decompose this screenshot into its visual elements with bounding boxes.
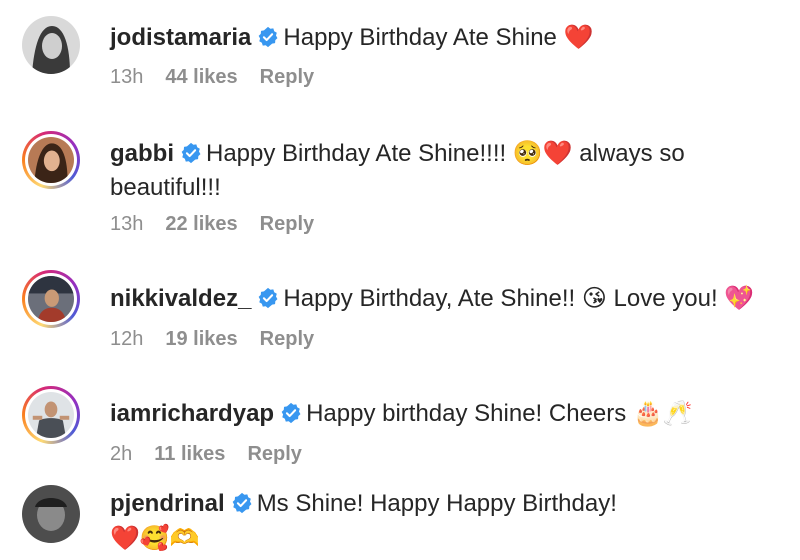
- timestamp: 13h: [110, 66, 144, 88]
- hearts-emoji: ❤️🥰🫶: [110, 524, 200, 552]
- comment-body: Happy birthday Shine! Cheers: [306, 400, 627, 427]
- pleading-heart-emoji: 🥺❤️: [512, 139, 573, 167]
- comment-meta: 13h 22 likes Reply: [110, 213, 314, 236]
- avatar[interactable]: [22, 270, 80, 328]
- comment-text: iamrichardyap Happy birthday Shine! Cheer…: [110, 396, 770, 431]
- avatar[interactable]: [22, 16, 80, 74]
- avatar-image: [22, 16, 80, 74]
- avatar[interactable]: [22, 131, 80, 189]
- comment-text: pjendrinal Ms Shine! Happy Happy Birthday…: [110, 487, 770, 556]
- reply-button[interactable]: Reply: [260, 66, 314, 89]
- comment-text: nikkivaldez_ Happy Birthday, Ate Shine!! …: [110, 281, 770, 316]
- verified-badge-icon: [232, 492, 252, 514]
- reply-button[interactable]: Reply: [260, 213, 314, 236]
- timestamp: 2h: [110, 443, 133, 465]
- username[interactable]: gabbi: [110, 140, 174, 167]
- comments-list: jodistamaria Happy Birthday Ate Shine ❤️ …: [0, 0, 800, 560]
- comment-body: Happy Birthday Ate Shine!!!!: [206, 140, 507, 167]
- comment-text: jodistamaria Happy Birthday Ate Shine ❤️: [110, 20, 770, 55]
- username[interactable]: pjendrinal: [110, 490, 225, 517]
- avatar-image: [22, 485, 80, 543]
- comment-meta: 12h 19 likes Reply: [110, 328, 314, 351]
- comment-meta: 2h 11 likes Reply: [110, 443, 302, 466]
- reply-button[interactable]: Reply: [260, 328, 314, 351]
- username[interactable]: nikkivaldez_: [110, 285, 251, 312]
- avatar-image: [28, 137, 74, 183]
- likes-count[interactable]: 19 likes: [165, 328, 237, 351]
- verified-badge-icon: [259, 287, 278, 309]
- comment-body: Ms Shine! Happy Happy Birthday!: [256, 490, 617, 517]
- likes-count[interactable]: 22 likes: [165, 213, 237, 236]
- likes-count[interactable]: 11 likes: [154, 443, 225, 466]
- comment-text: gabbi Happy Birthday Ate Shine!!!! 🥺❤️ al…: [110, 136, 770, 205]
- username[interactable]: jodistamaria: [110, 24, 251, 51]
- avatar[interactable]: [22, 386, 80, 444]
- likes-count[interactable]: 44 likes: [165, 66, 237, 89]
- verified-badge-icon: [281, 402, 301, 424]
- verified-badge-icon: [181, 142, 201, 164]
- comment-body: Happy Birthday Ate Shine: [283, 24, 557, 51]
- username[interactable]: iamrichardyap: [110, 400, 274, 427]
- cake-cheers-emoji: 🎂🥂: [632, 399, 693, 427]
- timestamp: 13h: [110, 213, 144, 235]
- avatar-image: [28, 392, 74, 438]
- comment-body-continued: Love you!: [613, 285, 718, 312]
- reply-button[interactable]: Reply: [247, 443, 301, 466]
- heart-emoji: ❤️: [563, 23, 594, 51]
- comment-meta: 13h 44 likes Reply: [110, 66, 314, 89]
- timestamp: 12h: [110, 328, 144, 350]
- avatar[interactable]: [22, 485, 80, 543]
- avatar-image: [28, 276, 74, 322]
- verified-badge-icon: [259, 26, 278, 48]
- sparkling-heart-emoji: 💖: [724, 284, 755, 312]
- comment-body: Happy Birthday, Ate Shine!!: [283, 285, 576, 312]
- kiss-emoji: 😘: [581, 284, 607, 312]
